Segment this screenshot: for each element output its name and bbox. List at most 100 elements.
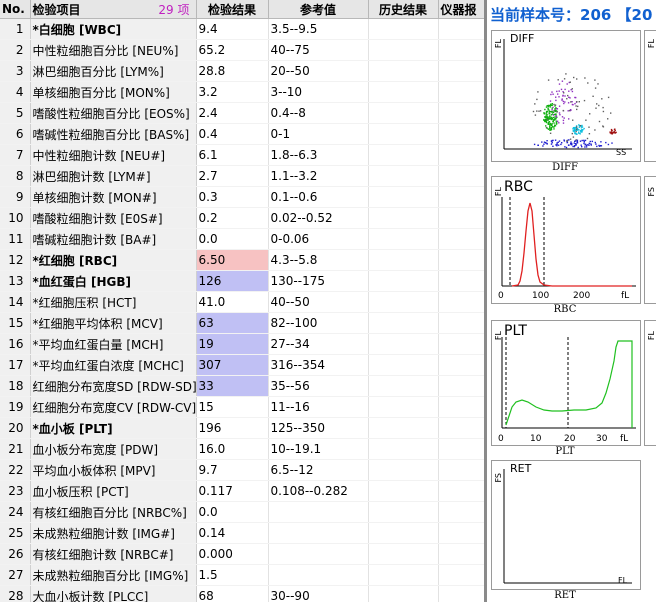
table-row[interactable]: 12 *红细胞 [RBC] 6.50 4.3--5.8 [0,249,484,271]
table-row[interactable]: 11 嗜碱粒细胞计数 [BA#] 0.0 0-0.06 [0,228,484,250]
table-row[interactable]: 10 嗜酸粒细胞计数 [E0S#] 0.2 0.02--0.52 [0,207,484,229]
table-row[interactable]: 19 红细胞分布宽度CV [RDW-CV] 15 11--16 [0,396,484,418]
history-result [368,270,439,292]
table-row[interactable]: 22 平均血小板体积 [MPV] 9.7 6.5--12 [0,459,484,481]
instrument-report [438,417,484,439]
reference-range: 0.108--0.282 [268,480,369,502]
instrument-report [438,123,484,145]
history-result [368,123,439,145]
table-row[interactable]: 27 未成熟粒细胞百分比 [IMG%] 1.5 [0,564,484,586]
table-row[interactable]: 18 红细胞分布宽度SD [RDW-SD] 33 35--56 [0,375,484,397]
diff-scatter-point [567,94,569,97]
diff-scatter-point [546,143,548,145]
instrument-report [438,396,484,418]
diff-scatter-point [572,130,574,132]
diff-scatter-point [548,116,550,118]
table-row[interactable]: 20 *血小板 [PLT] 196 125--350 [0,417,484,439]
diff-scatter-point [549,106,551,108]
diff-scatter-point [547,128,550,130]
table-row[interactable]: 23 血小板压积 [PCT] 0.117 0.108--0.282 [0,480,484,502]
instrument-report [438,228,484,250]
header-history[interactable]: 历史结果 [368,0,439,19]
second-column-plot-3[interactable]: FL [644,320,656,446]
diff-scatter-point [554,104,557,106]
test-result: 68 [196,585,269,602]
diff-scatter-point [550,103,552,105]
plt-histogram[interactable]: PLT FL 0 10 20 30 fL [491,320,641,446]
diff-scatter-point [551,104,553,106]
diff-scatter-point [585,119,587,121]
table-row[interactable]: 28 大血小板计数 [PLCC] 68 30--90 [0,585,484,602]
table-row[interactable]: 13 *血红蛋白 [HGB] 126 130--175 [0,270,484,292]
header-no[interactable]: No. [0,0,31,19]
diff-scatter-point [576,101,578,103]
reference-range: 6.5--12 [268,459,369,481]
header-instrument[interactable]: 仪器报 [438,0,484,19]
row-number: 22 [0,459,31,481]
history-result [368,81,439,103]
diff-scatter-point [556,143,558,145]
diff-scatter-point [588,133,591,135]
diff-scatter-point [548,121,551,123]
table-row[interactable]: 2 中性粒细胞百分比 [NEU%] 65.2 40--75 [0,39,484,61]
reference-range: 40--50 [268,291,369,313]
diff-scatter-point [545,106,548,108]
table-row[interactable]: 1 *白细胞 [WBC] 9.4 3.5--9.5 [0,18,484,40]
test-result: 2.7 [196,165,269,187]
second-column-plot-2[interactable]: FS [644,176,656,304]
row-number: 12 [0,249,31,271]
diff-scatter-point [568,139,570,141]
table-row[interactable]: 14 *红细胞压积 [HCT] 41.0 40--50 [0,291,484,313]
reference-range: 316--354 [268,354,369,376]
instrument-report [438,543,484,565]
diff-scatter-point [578,101,580,103]
test-result: 0.117 [196,480,269,502]
table-row[interactable]: 7 中性粒细胞计数 [NEU#] 6.1 1.8--6.3 [0,144,484,166]
diff-scatter-point [594,129,596,131]
ret-scattergram[interactable]: RET FS FL [491,460,641,590]
diff-scatter-point [549,124,551,126]
history-result [368,333,439,355]
table-row[interactable]: 5 嗜酸性粒细胞百分比 [EOS%] 2.4 0.4--8 [0,102,484,124]
diff-scatter-point [572,136,575,138]
test-result: 6.1 [196,144,269,166]
table-row[interactable]: 15 *红细胞平均体积 [MCV] 63 82--100 [0,312,484,334]
table-row[interactable]: 24 有核红细胞百分比 [NRBC%] 0.0 [0,501,484,523]
diff-scatter-point [534,114,537,116]
diff-scatter-point [543,141,546,143]
row-number: 13 [0,270,31,292]
table-row[interactable]: 21 血小板分布宽度 [PDW] 16.0 10--19.1 [0,438,484,460]
diff-scatter-point [572,119,574,121]
diff-scatter-point [553,122,555,124]
instrument-report [438,207,484,229]
test-result: 307 [196,354,269,376]
test-item-name: *红细胞 [RBC] [30,249,197,271]
table-row[interactable]: 4 单核细胞百分比 [MON%] 3.2 3--10 [0,81,484,103]
diff-scatter-point [547,108,549,111]
header-reference[interactable]: 参考值 [268,0,369,19]
instrument-report [438,438,484,460]
table-row[interactable]: 3 淋巴细胞百分比 [LYM%] 28.8 20--50 [0,60,484,82]
table-row[interactable]: 25 未成熟粒细胞计数 [IMG#] 0.14 [0,522,484,544]
diff-scatter-point [562,100,564,103]
table-row[interactable]: 17 *平均血红蛋白浓度 [MCHC] 307 316--354 [0,354,484,376]
header-item[interactable]: 检验项目 29 项 [30,0,197,19]
table-row[interactable]: 9 单核细胞计数 [MON#] 0.3 0.1--0.6 [0,186,484,208]
diff-scatter-point [596,145,598,148]
rbc-histogram[interactable]: RBC FL 0 100 200 fL [491,176,641,304]
diff-scatter-point [562,94,564,97]
diff-scattergram[interactable]: DIFF FL SS [491,30,641,162]
diff-scatter-point [585,146,588,148]
header-result[interactable]: 检验结果 [196,0,269,19]
second-column-plot-1[interactable]: FL [644,30,656,162]
test-result: 9.4 [196,18,269,40]
diff-scatter-point [549,132,552,134]
table-row[interactable]: 6 嗜碱性粒细胞百分比 [BAS%] 0.4 0-1 [0,123,484,145]
table-row[interactable]: 16 *平均血红蛋白量 [MCH] 19 27--34 [0,333,484,355]
table-row[interactable]: 26 有核红细胞计数 [NRBC#] 0.000 [0,543,484,565]
row-number: 28 [0,585,31,602]
diff-scatter-point [557,141,559,143]
table-row[interactable]: 8 淋巴细胞计数 [LYM#] 2.7 1.1--3.2 [0,165,484,187]
diff-scatter-point [575,125,578,127]
diff-scatter-point [558,122,560,124]
